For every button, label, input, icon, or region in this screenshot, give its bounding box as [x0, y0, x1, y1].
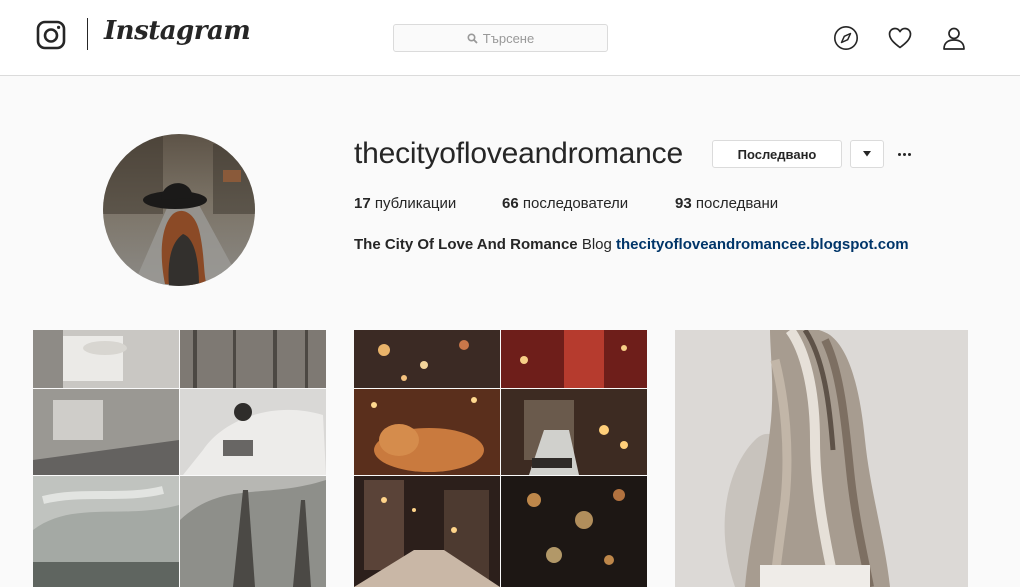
search-input[interactable]: Търсене [393, 24, 608, 52]
bio-text: Blog [581, 236, 612, 253]
avatar-photo [103, 134, 255, 286]
following-button[interactable]: Последвано [712, 140, 842, 168]
profile-username: thecityofloveandromance [354, 137, 683, 170]
post-thumbnail[interactable] [675, 330, 968, 587]
heart-icon[interactable] [887, 25, 913, 51]
followers-count-label: последователи [522, 195, 629, 212]
profile-bio: The City Of Love And Romance Blog thecit… [354, 236, 909, 253]
instagram-wordmark[interactable]: Instagram [104, 16, 251, 46]
bio-website-link[interactable]: thecityofloveandromancee.blogspot.com [616, 236, 909, 253]
following-count-label: последвани [695, 195, 779, 212]
top-navigation-bar: Instagram Търсене [0, 0, 1020, 76]
photo-collage-icon [354, 330, 647, 587]
following-count[interactable]: 93 последвани [675, 195, 778, 212]
posts-count-label: публикации [374, 195, 457, 212]
search-icon [467, 32, 478, 44]
user-icon[interactable] [941, 25, 967, 51]
suggestions-dropdown-button[interactable] [850, 140, 884, 168]
compass-icon[interactable] [833, 25, 859, 51]
followers-count-number: 66 [502, 195, 519, 212]
more-icon [897, 152, 911, 156]
photo-icon [675, 330, 968, 587]
followers-count[interactable]: 66 последователи [502, 195, 628, 212]
instagram-camera-icon[interactable] [36, 20, 66, 50]
posts-count-number: 17 [354, 195, 371, 212]
following-count-number: 93 [675, 195, 692, 212]
caret-down-icon [863, 151, 871, 157]
post-thumbnail[interactable] [354, 330, 647, 587]
search-placeholder: Търсене [482, 30, 535, 46]
more-options-button[interactable] [893, 140, 915, 168]
posts-count: 17 публикации [354, 195, 456, 212]
post-thumbnail[interactable] [33, 330, 326, 587]
photo-collage-icon [33, 330, 326, 587]
logo-divider [87, 18, 88, 50]
profile-avatar[interactable] [103, 134, 255, 286]
profile-full-name: The City Of Love And Romance [354, 236, 578, 253]
